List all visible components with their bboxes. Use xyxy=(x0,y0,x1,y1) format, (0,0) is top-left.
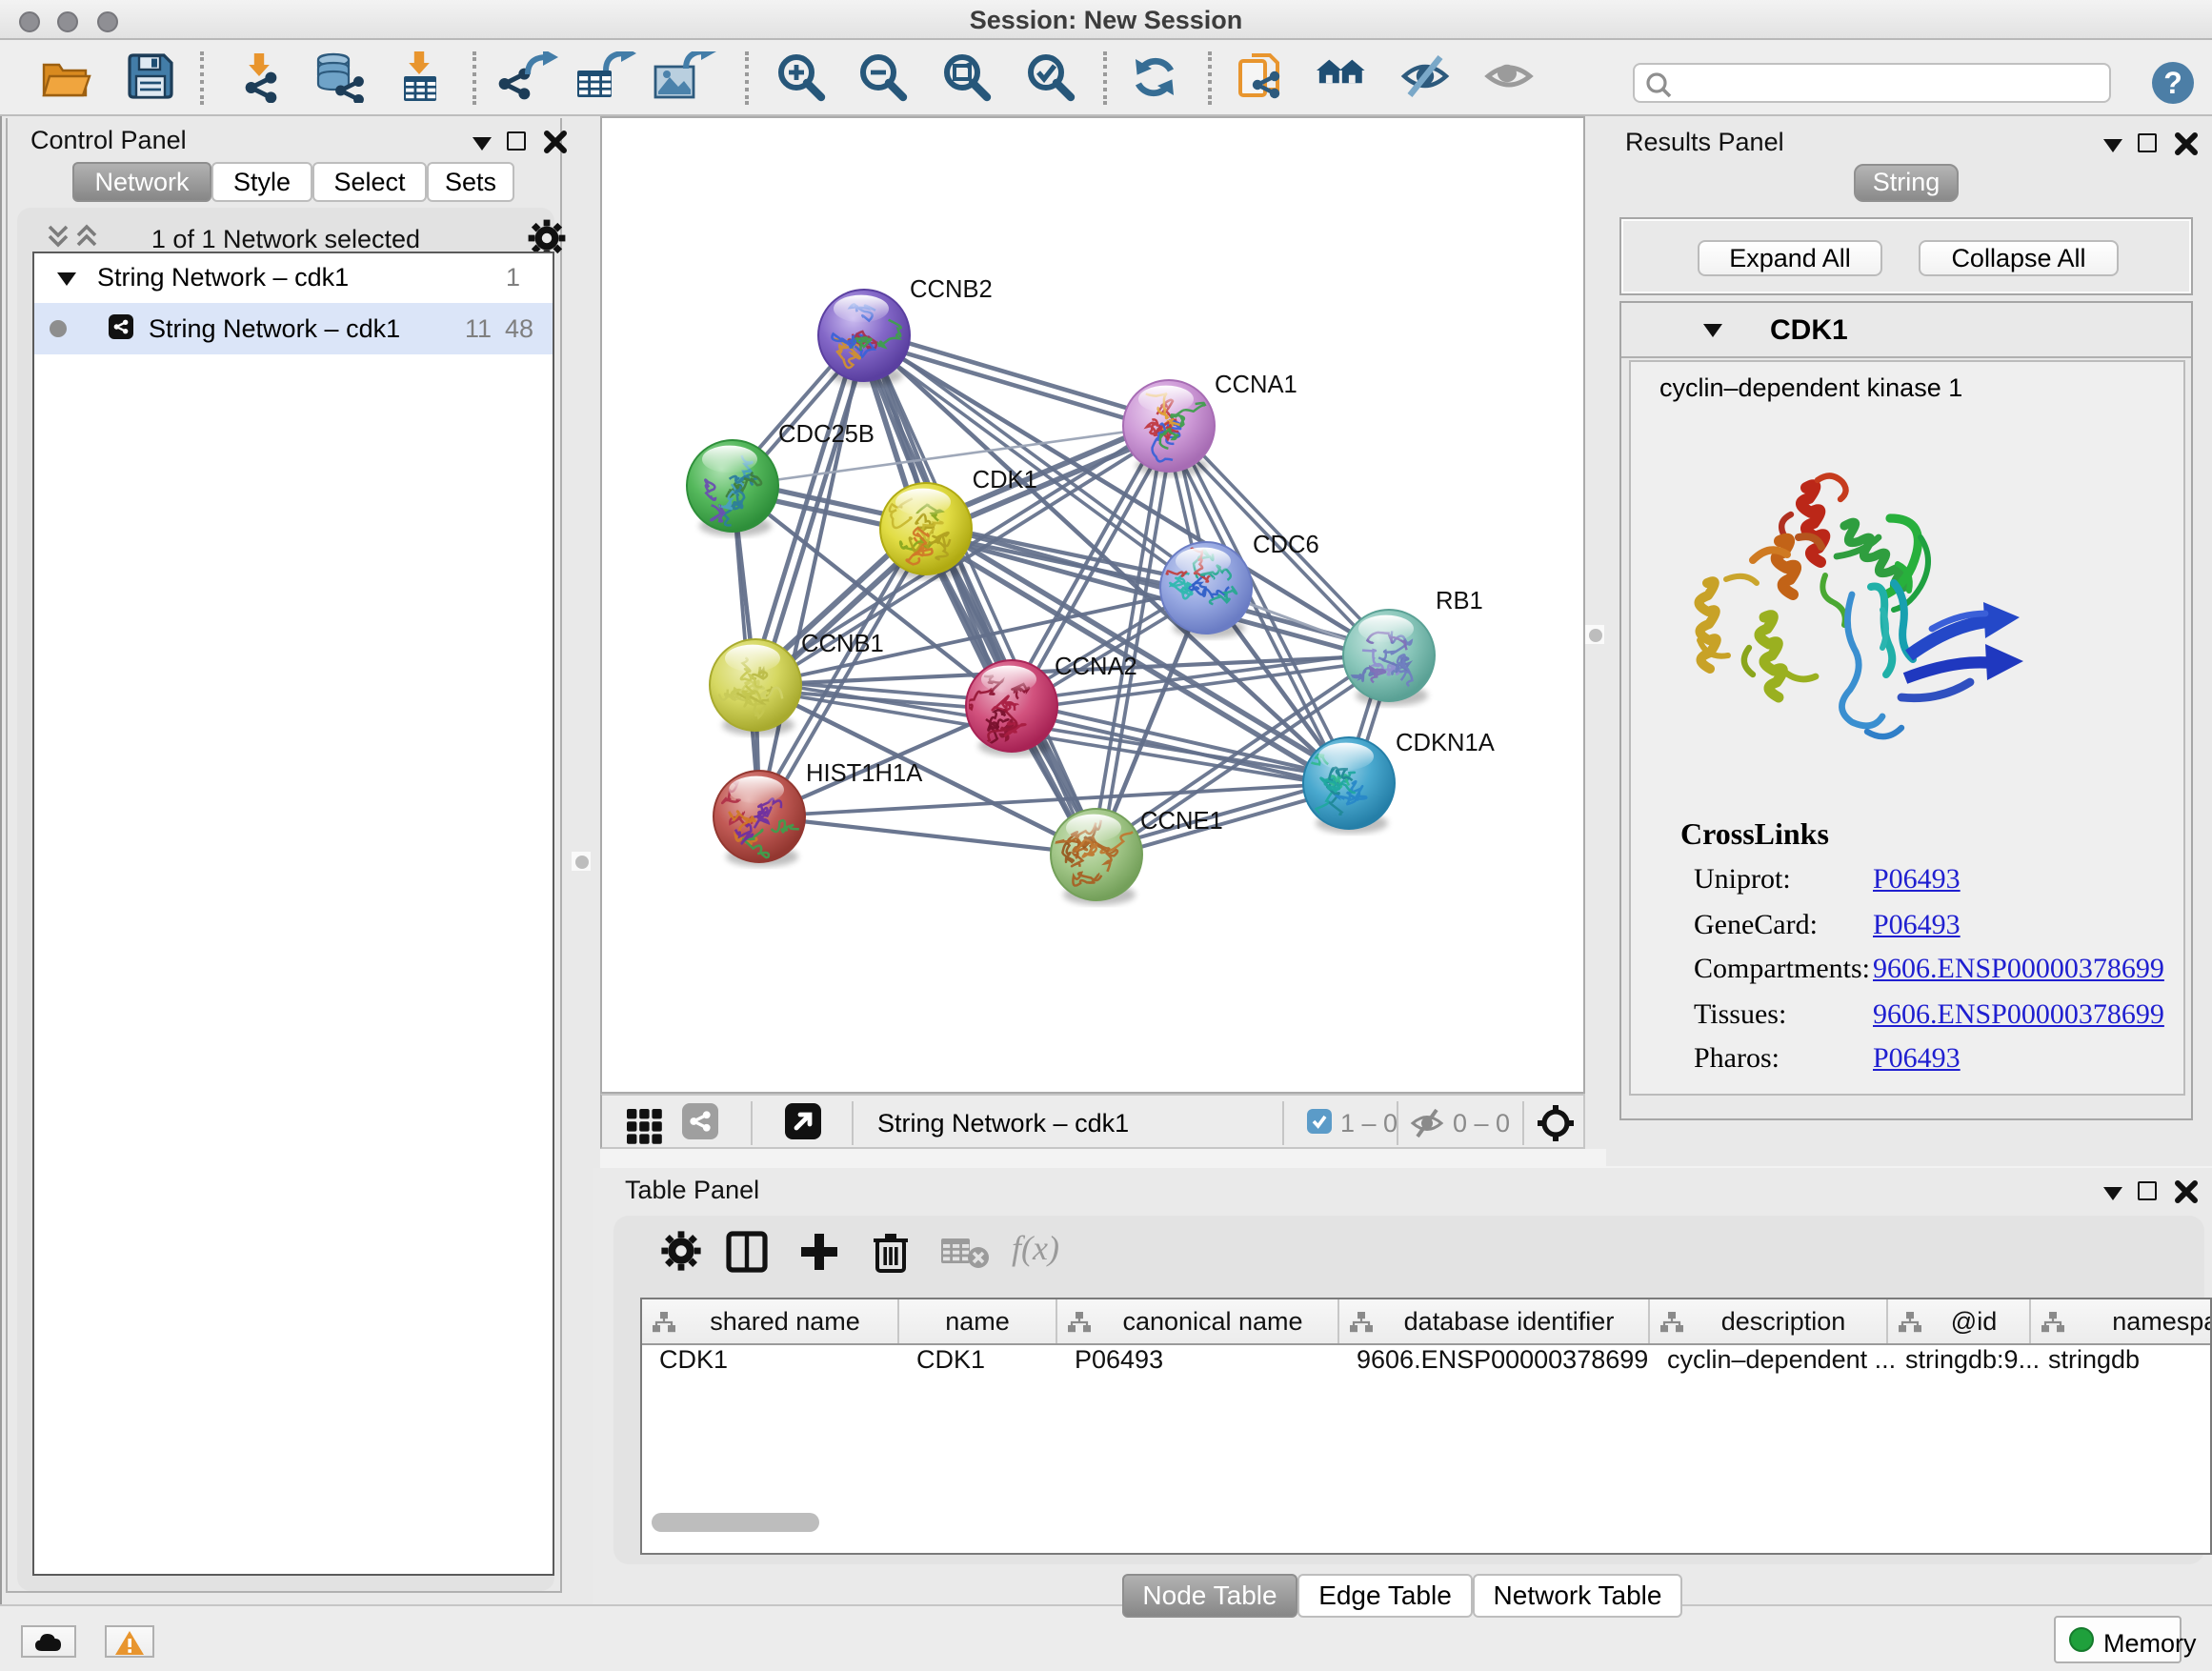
svg-text:CDKN1A: CDKN1A xyxy=(1395,730,1495,756)
svg-text:HIST1H1A: HIST1H1A xyxy=(805,760,922,787)
svg-text:?: ? xyxy=(2163,66,2182,100)
svg-text:CDK1: CDK1 xyxy=(972,467,1036,493)
svg-text:CDC25B: CDC25B xyxy=(777,421,874,448)
svg-text:CCNA2: CCNA2 xyxy=(1054,654,1136,680)
svg-text:CCNA1: CCNA1 xyxy=(1214,372,1297,398)
svg-text:CCNB1: CCNB1 xyxy=(800,631,883,657)
svg-text:CDC6: CDC6 xyxy=(1252,532,1318,558)
svg-text:CCNB2: CCNB2 xyxy=(909,276,992,303)
svg-text:RB1: RB1 xyxy=(1435,588,1482,614)
svg-text:CCNE1: CCNE1 xyxy=(1139,808,1222,835)
